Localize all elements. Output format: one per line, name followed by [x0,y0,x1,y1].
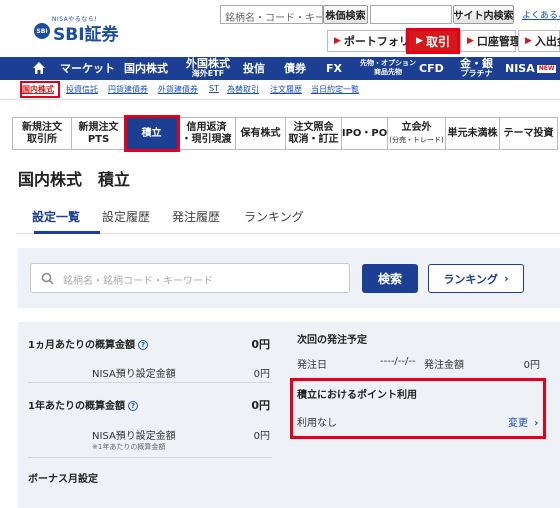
page-title: 国内株式 積立 [18,170,131,189]
tab-margin-repay[interactable]: 信用返済 ・現引現渡 [178,117,236,150]
site-search-button[interactable]: サイト内検索 [453,5,514,24]
order-amount-value: 0円 [523,360,540,371]
faq-link[interactable]: よくあるご [522,8,560,21]
subnav-fx-trade[interactable]: 為替取引 [227,84,259,95]
tab-ipo-po[interactable]: IPO・PO [342,117,388,150]
tab-theme-invest[interactable]: テーマ投資 [500,117,558,150]
subnav-order-history[interactable]: 注文履歴 [270,84,302,95]
point-usage-status: 利用なし [297,418,337,429]
deposit-button[interactable]: ▶ 入出金 [518,30,560,52]
chevron-right-icon: › [504,272,509,285]
main-nav: マーケット 国内株式 外国株式 海外ETF 投信 債券 FX 先物・オプション 商品… [0,57,560,80]
new-badge: NEW [536,65,557,73]
subnav-st[interactable]: ST [209,84,219,93]
yearly-amount-label: 1年あたりの概算金額 [28,401,125,412]
tab-odd-lot[interactable]: 単元未満株 [446,117,500,150]
point-usage-title: 積立におけるポイント利用 [297,390,417,401]
order-date-value: ----/--/-- [380,356,416,367]
nav-item-cfd[interactable]: CFD [419,63,444,74]
tab-settings-list[interactable]: 設定一覧 [32,208,80,225]
home-icon[interactable] [32,61,46,75]
subnav-yen-bonds[interactable]: 円貨建債券 [108,84,148,95]
site-search-input[interactable] [370,5,452,24]
tab-ranking[interactable]: ランキング [244,208,304,225]
deposit-label: 入出金 [534,35,560,48]
help-icon[interactable]: ? [127,401,138,411]
triangle-icon: ▶ [334,36,341,46]
yearly-amount-value: 0円 [251,399,270,412]
search-panel: 銘柄名・銘柄コード・キーワード 検索 ランキング › [18,248,560,308]
bonus-month-label: ボーナス月設定 [28,474,98,485]
ranking-label: ランキング [443,272,499,286]
order-amount-label: 発注金額 [424,360,464,371]
nav-item-bonds[interactable]: 債券 [284,63,306,74]
tab-accumulation[interactable]: 積立 [124,115,180,152]
order-tabs: 新規注文 取引所 新規注文 PTS 積立 信用返済 ・現引現渡 保有株式 注文照会 取消… [12,115,558,152]
nav-item-foreign-stock[interactable]: 外国株式 海外ETF [186,58,230,78]
sub-tabs: 設定一覧 設定履歴 発注履歴 ランキング [16,204,560,234]
trade-button[interactable]: ▶ 取引 [406,28,460,54]
search-placeholder: 銘柄名・銘柄コード・キーワード [63,276,213,287]
tab-settings-history[interactable]: 設定履歴 [102,208,150,225]
triangle-icon: ▶ [467,36,474,46]
next-order-label: 次回の発注予定 [297,335,367,346]
nav-item-futures[interactable]: 先物・オプション 商品先物 [360,59,416,77]
stock-search-button[interactable]: 株価検索 [323,5,368,24]
nav-item-funds[interactable]: 投信 [243,63,265,74]
logo-badge: SBI [34,23,50,39]
search-button[interactable]: 検索 [362,264,418,293]
monthly-nisa-value: 0円 [253,369,270,380]
monthly-amount-row: 1ヵ月あたりの概算金額? [28,336,148,351]
account-button[interactable]: ▶ 口座管理 [460,30,521,52]
tab-off-floor[interactable]: 立会外 (分売・トレード) [388,117,446,150]
subnav-executions[interactable]: 当日約定一覧 [311,84,359,95]
monthly-amount-value: 0円 [251,338,270,351]
logo-text: SBI証券 [53,25,119,45]
help-icon[interactable]: ? [137,340,148,350]
tab-order-history[interactable]: 発注履歴 [172,208,220,225]
nav-item-market[interactable]: マーケット [60,63,115,74]
stock-search-input[interactable]: 銘柄名・銘柄コード・キーワード [30,263,350,293]
sub-nav: 国内株式 投資信託 円貨建債券 外貨建債券 ST 為替取引 注文履歴 当日約定一… [0,80,560,100]
divider [28,382,272,383]
divider [28,457,272,458]
chevron-right-icon: › [534,418,539,429]
subnav-funds[interactable]: 投資信託 [66,84,98,95]
yearly-note: ※1年あたりの概算金額 [92,443,166,451]
tab-order-inquiry[interactable]: 注文照会 取消・訂正 [286,117,342,150]
header-search-input[interactable]: 銘柄名・コード・キーワ [220,5,323,24]
subnav-foreign-bonds[interactable]: 外貨建債券 [158,84,198,95]
monthly-nisa-label: NISA預り設定金額 [92,369,176,380]
monthly-amount-label: 1ヵ月あたりの概算金額 [28,340,135,351]
sbi-logo[interactable]: NISAやるなら! SBI SBI証券 [34,14,119,45]
nav-item-nisa[interactable]: NISA NEW [505,63,557,74]
account-label: 口座管理 [476,35,521,48]
tab-new-order-pts[interactable]: 新規注文 PTS [72,117,126,150]
triangle-icon: ▶ [416,36,423,46]
change-link[interactable]: 変更 › [508,414,538,429]
ranking-button[interactable]: ランキング › [428,264,524,293]
triangle-icon: ▶ [525,36,532,46]
highlight-box-subnav [20,81,60,98]
order-date-label: 発注日 [297,360,327,371]
nav-item-gold[interactable]: 金・銀 プラチナ [460,58,493,78]
tab-holdings[interactable]: 保有株式 [236,117,286,150]
trade-label: 取引 [425,34,450,49]
tab-new-order-exchange[interactable]: 新規注文 取引所 [12,117,72,150]
yearly-amount-row: 1年あたりの概算金額? [28,397,138,412]
search-icon [41,272,54,285]
active-tab-indicator [34,231,100,234]
yearly-nisa-label: NISA預り設定金額 [92,431,176,442]
portfolio-button[interactable]: ▶ ポートフォリオ [327,30,421,52]
change-label: 変更 [508,418,528,429]
yearly-nisa-value: 0円 [253,431,270,442]
nav-item-fx[interactable]: FX [326,63,342,74]
nav-item-domestic-stock[interactable]: 国内株式 [124,63,168,74]
